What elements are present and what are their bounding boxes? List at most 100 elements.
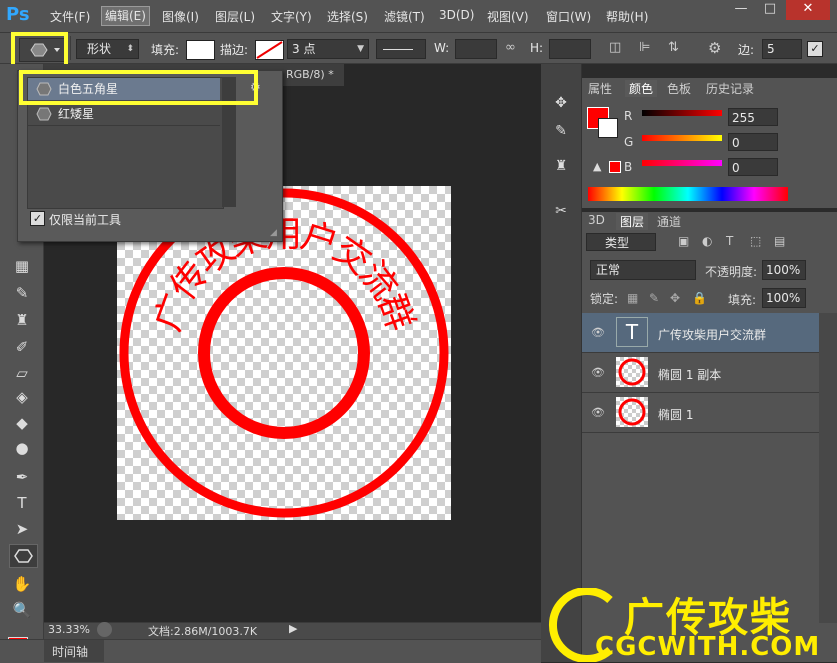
width-field[interactable] [455,39,497,59]
fill-field[interactable]: 100% [762,288,806,308]
value-field-b[interactable]: 0 [728,158,778,176]
tab-layers[interactable]: 图层 [616,213,649,230]
value-field-g[interactable]: 0 [728,133,778,151]
divider [70,36,71,60]
stroke-width-field[interactable]: 3 点 ▼ [287,39,369,59]
eye-icon[interactable]: 👁 [591,326,605,339]
menu-file[interactable]: 文件(F) [50,8,90,25]
value-field-r[interactable]: 255 [728,108,778,126]
dodge-tool-icon[interactable]: ● [11,438,33,458]
menu-select[interactable]: 选择(S) [327,8,368,25]
zoom-tool-icon[interactable]: 🔍 [11,600,33,620]
type-tool-icon[interactable]: T [11,493,33,513]
link-icon[interactable]: ∞ [505,40,516,55]
tools-preset-icon[interactable]: ✂ [549,200,573,222]
tab-swatches[interactable]: 色板 [667,80,691,97]
eraser-tool-icon[interactable]: ▱ [11,363,33,383]
gamut-swatch [609,161,621,173]
adjust-icon[interactable]: ✥ [549,92,573,114]
close-button[interactable]: ✕ [786,0,830,20]
mode-select[interactable]: 形状 ⬍ [76,39,139,59]
blur-tool-icon[interactable]: ◆ [11,413,33,433]
maximize-button[interactable]: □ [756,0,784,20]
current-tool-only-checkbox[interactable]: ✓ [30,211,45,226]
text-layer-thumbnail: T [616,317,648,347]
menu-filter[interactable]: 滤镜(T) [384,8,425,25]
layer-filter-select[interactable]: 类型 [586,233,656,251]
shape-layer-thumbnail [616,397,648,427]
pen-tool-icon[interactable]: ✒ [11,467,33,487]
minimize-button[interactable]: — [727,0,755,20]
path-alignment-icon[interactable]: ⊫ [639,40,650,55]
filter-type-icon[interactable]: T [726,234,733,248]
slice-tool-icon[interactable]: ▦ [11,256,33,276]
lock-all-icon[interactable]: 🔒 [692,291,707,305]
layers-scrollbar[interactable] [819,313,837,623]
preset-item-red-dwarf[interactable]: 红矮星 [28,103,220,125]
stroke-type-select[interactable] [376,39,426,59]
blend-mode-select[interactable]: 正常 [590,260,696,280]
slider-g[interactable] [642,135,722,141]
menu-layer[interactable]: 图层(L) [215,8,255,25]
color-spectrum[interactable] [588,187,788,201]
filter-adjust-icon[interactable]: ◐ [702,234,712,248]
tab-channels[interactable]: 通道 [657,213,681,230]
lock-pixels-icon[interactable]: ▦ [627,291,638,305]
menu-type[interactable]: 文字(Y) [271,8,312,25]
opacity-value: 100% [766,263,801,277]
tab-3d[interactable]: 3D [588,213,605,227]
mode-select-label: 形状 [87,42,112,56]
layer-name: 椭圆 1 [658,408,694,422]
background-color[interactable] [598,118,618,138]
timeline-tab-label: 时间轴 [52,645,89,659]
hexagon-icon [36,107,52,121]
history-brush-icon[interactable]: ✐ [11,337,33,357]
menu-image[interactable]: 图像(I) [162,8,199,25]
brush-preset-icon[interactable]: ✎ [549,120,573,142]
fill-value: 100% [766,291,801,305]
path-operations-icon[interactable]: ◫ [609,40,621,55]
paint-bucket-icon[interactable]: ◈ [11,387,33,407]
opacity-field[interactable]: 100% [762,260,806,280]
lock-brush-icon[interactable]: ✎ [649,291,659,305]
slider-r[interactable] [642,110,722,116]
warning-icon: ▲ [593,160,602,173]
zoom-level[interactable]: 33.33% [48,623,90,636]
tab-color[interactable]: 颜色 [625,80,658,97]
eye-icon[interactable]: 👁 [591,366,605,379]
lock-move-icon[interactable]: ✥ [670,291,680,305]
path-arrangement-icon[interactable]: ⇅ [668,40,679,55]
menu-edit[interactable]: 编辑(E) [101,6,150,26]
eye-icon[interactable]: 👁 [591,406,605,419]
slider-b[interactable] [642,160,722,166]
menu-3d[interactable]: 3D(D) [439,8,474,22]
menu-help[interactable]: 帮助(H) [606,8,648,25]
stamp-tool-icon[interactable]: ♜ [11,310,33,330]
stroke-swatch[interactable] [255,40,284,60]
filter-shape-icon[interactable]: ⬚ [750,234,761,248]
path-selection-icon[interactable]: ➤ [11,519,33,539]
stroke-width-value: 3 点 [292,42,316,56]
brush-tool-icon[interactable]: ✎ [11,283,33,303]
filter-smart-icon[interactable]: ▤ [774,234,785,248]
fill-swatch[interactable] [186,40,215,60]
current-tool-only-label: 仅限当前工具 [49,213,122,227]
height-field[interactable] [549,39,591,59]
tab-properties[interactable]: 属性 [588,80,612,97]
triangle-right-icon[interactable]: ▶ [289,622,297,635]
sides-field[interactable]: 5 [762,39,802,59]
document-tab-title: RGB/8) * [286,68,334,81]
status-info-icon[interactable] [97,622,112,637]
resize-grip-icon[interactable]: ◢ [270,228,277,238]
gear-icon[interactable]: ⚙ [708,39,721,57]
tab-history[interactable]: 历史记录 [706,80,754,97]
inner-ring [198,267,370,439]
hand-tool-icon[interactable]: ✋ [11,574,33,594]
filter-image-icon[interactable]: ▣ [678,234,689,248]
fill-label: 填充: [728,293,757,307]
stamp-source-icon[interactable]: ♜ [549,155,573,177]
menu-view[interactable]: 视图(V) [487,8,529,25]
align-edges-checkbox[interactable]: ✓ [807,41,823,57]
menu-window[interactable]: 窗口(W) [546,8,591,25]
shape-tool-button[interactable] [9,544,38,568]
